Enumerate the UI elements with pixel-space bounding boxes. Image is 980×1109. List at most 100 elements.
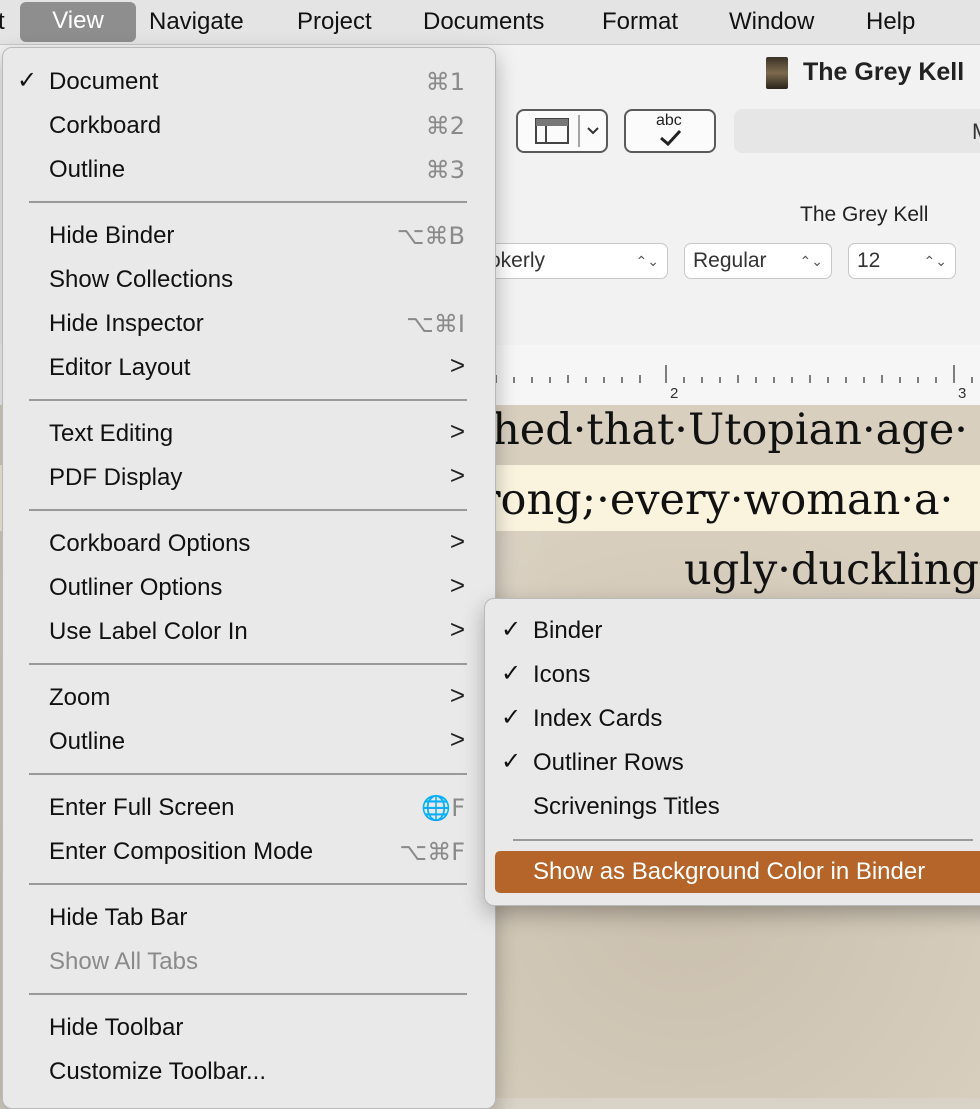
menu-item-label: Outline — [49, 156, 126, 183]
checkmark-icon: ✓ — [501, 660, 522, 687]
menubar-item-navigate[interactable]: Navigate — [149, 0, 244, 44]
menu-item-enter-full-screen[interactable]: Enter Full Screen 🌐F — [3, 786, 495, 830]
shortcut-label: ⌥⌘B — [396, 222, 465, 250]
shortcut-label: 🌐F — [421, 794, 465, 822]
menu-item-label: Outliner Options — [49, 574, 223, 601]
menu-separator — [29, 399, 467, 401]
menu-item-label: Show All Tabs — [49, 948, 198, 975]
menu-separator — [29, 883, 467, 885]
submenu-item-label: Binder — [533, 617, 603, 644]
submenu-item-index-cards[interactable]: ✓ Index Cards — [485, 697, 980, 741]
shortcut-label: ⌘1 — [425, 68, 465, 96]
submenu-item-label: Scrivenings Titles — [533, 793, 720, 820]
submenu-item-scrivenings-titles[interactable]: Scrivenings Titles — [485, 785, 980, 829]
shortcut-label: ⌘2 — [425, 112, 465, 140]
menubar-item-edit-partial[interactable]: t — [0, 0, 5, 44]
menu-item-label: PDF Display — [49, 464, 183, 491]
submenu-item-icons[interactable]: ✓ Icons — [485, 653, 980, 697]
menu-separator — [513, 839, 973, 841]
text-line: rong;·every·woman·a· — [480, 475, 954, 525]
menu-separator — [29, 993, 467, 995]
submenu-item-outliner-rows[interactable]: ✓ Outliner Rows — [485, 741, 980, 785]
submenu-item-label: Outliner Rows — [533, 749, 684, 776]
menu-item-label: Corkboard Options — [49, 530, 251, 557]
chevron-right-icon: > — [449, 570, 465, 600]
menu-item-label: Enter Composition Mode — [49, 838, 314, 865]
shortcut-label: ⌥⌘I — [406, 310, 465, 338]
menu-item-document[interactable]: ✓ Document ⌘1 — [3, 60, 495, 104]
menu-item-corkboard[interactable]: Corkboard ⌘2 — [3, 104, 495, 148]
submenu-item-show-as-background-color[interactable]: Show as Background Color in Binder — [495, 851, 980, 893]
menubar-item-view[interactable]: View — [20, 2, 136, 42]
menu-item-use-label-color-in[interactable]: Use Label Color In > — [3, 610, 495, 654]
menu-item-hide-binder[interactable]: Hide Binder ⌥⌘B — [3, 214, 495, 258]
menu-item-enter-composition-mode[interactable]: Enter Composition Mode ⌥⌘F — [3, 830, 495, 874]
label-color-submenu: ✓ Binder ✓ Icons ✓ Index Cards ✓ Outline… — [484, 598, 980, 906]
menubar-item-window[interactable]: Window — [729, 0, 814, 44]
chevron-right-icon: > — [449, 680, 465, 710]
menu-separator — [29, 509, 467, 511]
menu-item-label: Text Editing — [49, 420, 174, 447]
shortcut-label: ⌥⌘F — [399, 838, 465, 866]
menubar-item-format[interactable]: Format — [602, 0, 678, 44]
chevron-right-icon: > — [449, 526, 465, 556]
menubar-item-documents[interactable]: Documents — [423, 0, 544, 44]
menu-item-show-collections[interactable]: Show Collections — [3, 258, 495, 302]
menu-item-editor-layout[interactable]: Editor Layout > — [3, 346, 495, 390]
menubar-item-help[interactable]: Help — [866, 0, 915, 44]
submenu-item-binder[interactable]: ✓ Binder — [485, 609, 980, 653]
menu-item-label: Editor Layout — [49, 354, 191, 381]
layout-toggle-button[interactable] — [516, 109, 608, 153]
menu-item-zoom[interactable]: Zoom > — [3, 676, 495, 720]
font-style-value: Regular — [693, 249, 767, 272]
window-title: The Grey Kell — [803, 58, 965, 86]
spelling-button[interactable]: abc — [624, 109, 716, 153]
menu-item-text-editing[interactable]: Text Editing > — [3, 412, 495, 456]
menu-item-outline[interactable]: Outline ⌘3 — [3, 148, 495, 192]
checkmark-icon — [660, 129, 682, 147]
menu-item-label: Hide Binder — [49, 222, 175, 249]
menu-item-label: Hide Tab Bar — [49, 904, 188, 931]
toolbar-field-text: M — [972, 119, 980, 145]
menu-item-outline-submenu[interactable]: Outline > — [3, 720, 495, 764]
ruler-mark-2: 2 — [670, 385, 679, 402]
chevron-right-icon: > — [449, 724, 465, 754]
checkmark-icon: ✓ — [501, 616, 522, 643]
submenu-item-label: Show as Background Color in Binder — [533, 858, 926, 885]
menu-separator — [29, 663, 467, 665]
menu-separator — [29, 773, 467, 775]
menubar-item-project[interactable]: Project — [297, 0, 372, 44]
checkmark-icon: ✓ — [501, 704, 522, 731]
menu-item-hide-toolbar[interactable]: Hide Toolbar — [3, 1006, 495, 1050]
menu-item-label: Show Collections — [49, 266, 234, 293]
submenu-item-label: Icons — [533, 661, 591, 688]
chevron-right-icon: > — [449, 614, 465, 644]
ruler-mark-3: 3 — [958, 385, 967, 402]
menu-bar: t View Navigate Project Documents Format… — [0, 0, 980, 45]
menu-item-pdf-display[interactable]: PDF Display > — [3, 456, 495, 500]
menu-item-label: Corkboard — [49, 112, 162, 139]
chevron-right-icon: > — [449, 460, 465, 490]
menu-item-label: Hide Toolbar — [49, 1014, 184, 1041]
checkmark-icon: ✓ — [17, 67, 38, 94]
menu-item-hide-inspector[interactable]: Hide Inspector ⌥⌘I — [3, 302, 495, 346]
font-size-value: 12 — [857, 249, 881, 272]
document-header-title: The Grey Kell — [800, 203, 929, 226]
font-style-select[interactable]: Regular ⌃⌄ — [684, 243, 832, 279]
text-line: ched·that·Utopian·age· — [468, 405, 968, 455]
menu-item-hide-tab-bar[interactable]: Hide Tab Bar — [3, 896, 495, 940]
menu-item-outliner-options[interactable]: Outliner Options > — [3, 566, 495, 610]
toolbar-search-field[interactable]: M — [734, 109, 980, 153]
checkmark-icon: ✓ — [501, 748, 522, 775]
font-size-select[interactable]: 12 ⌃⌄ — [848, 243, 956, 279]
chevron-right-icon: > — [449, 416, 465, 446]
menu-item-label: Customize Toolbar... — [49, 1058, 266, 1085]
layout-icon — [535, 115, 599, 147]
font-family-value: okerly — [489, 249, 546, 272]
font-family-select[interactable]: okerly ⌃⌄ — [470, 243, 668, 279]
menu-item-customize-toolbar[interactable]: Customize Toolbar... — [3, 1050, 495, 1094]
chevron-updown-icon: ⌃⌄ — [635, 253, 659, 269]
shortcut-label: ⌘3 — [425, 156, 465, 184]
menu-separator — [29, 201, 467, 203]
menu-item-corkboard-options[interactable]: Corkboard Options > — [3, 522, 495, 566]
